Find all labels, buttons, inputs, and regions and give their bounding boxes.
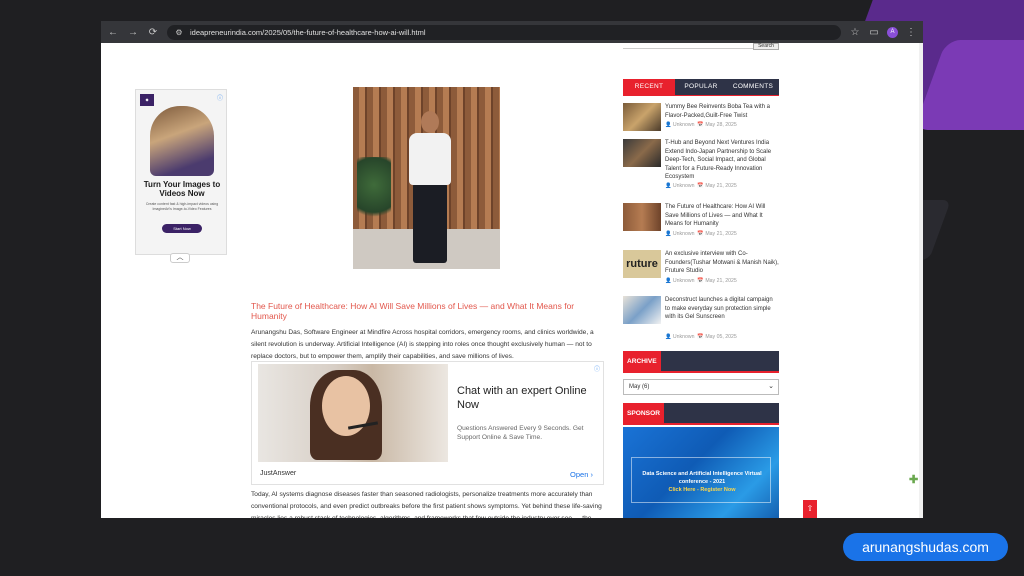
search-button[interactable]: Search	[753, 43, 779, 50]
list-item[interactable]: The Future of Healthcare: How AI Will Sa…	[623, 203, 779, 243]
post-meta: 👤 Unknown 📅 May 05, 2025	[665, 334, 737, 340]
post-date: May 05, 2025	[705, 334, 737, 340]
ad-image	[258, 364, 448, 462]
chevron-right-icon: ›	[590, 470, 594, 479]
post-title[interactable]: The Future of Healthcare: How AI Will Sa…	[665, 203, 779, 229]
ad-headline: Turn Your Images to Videos Now	[143, 180, 221, 198]
sidebar-tabs: RECENT POPULAR COMMENTS	[623, 79, 779, 95]
tab-recent[interactable]: RECENT	[623, 79, 675, 95]
browser-window: ← → ⟳ ⚙ ideapreneurindia.com/2025/05/the…	[101, 21, 923, 518]
post-title[interactable]: An exclusive interview with Co-Founders(…	[665, 250, 779, 276]
ad-brand: JustAnswer	[260, 470, 297, 477]
menu-icon[interactable]: ⋮	[905, 27, 917, 38]
sponsor-banner[interactable]: Data Science and Artificial Intelligence…	[623, 427, 779, 518]
browser-toolbar: ← → ⟳ ⚙ ideapreneurindia.com/2025/05/the…	[101, 21, 923, 43]
archive-label: ARCHIVE	[623, 351, 661, 373]
post-meta: 👤 Unknown 📅 May 28, 2025	[665, 122, 737, 128]
ad-cta-button[interactable]: Start Now	[162, 224, 202, 233]
post-title[interactable]: T-Hub and Beyond Next Ventures India Ext…	[665, 139, 779, 182]
plus-icon: ✚	[909, 474, 919, 486]
scrollbar[interactable]	[919, 43, 923, 518]
web-page: ◆ ⓘ Turn Your Images to Videos Now Creat…	[101, 43, 923, 518]
sponsor-text: Data Science and Artificial Intelligence…	[642, 471, 762, 485]
ad-headline: Chat with an expert Online Now	[457, 385, 587, 411]
post-author: Unknown	[672, 122, 695, 128]
post-thumbnail[interactable]: ruture	[623, 250, 661, 278]
ad-info-icon[interactable]: ⓘ	[594, 364, 600, 373]
post-date: May 28, 2025	[705, 122, 737, 128]
site-info-icon[interactable]: ⚙	[173, 28, 185, 37]
ad-open-button[interactable]: Open ›	[570, 470, 593, 479]
reload-icon[interactable]: ⟳	[147, 27, 159, 38]
post-author: Unknown	[672, 231, 695, 237]
article-photo	[353, 87, 500, 269]
back-icon[interactable]: ←	[107, 27, 119, 38]
sponsor-label: SPONSOR	[623, 403, 664, 425]
brand-watermark: arunangshudas.com	[843, 533, 1008, 561]
ad-info-icon[interactable]: ⓘ	[217, 93, 223, 102]
extensions-icon[interactable]: ▭	[868, 27, 880, 38]
post-author: Unknown	[672, 183, 695, 189]
post-thumbnail[interactable]	[623, 139, 661, 167]
archive-select[interactable]: May (6) ⌄	[623, 379, 779, 395]
ad-subtext: Questions Answered Every 9 Seconds. Get …	[457, 425, 584, 441]
post-thumbnail[interactable]	[623, 203, 661, 231]
forward-icon[interactable]: →	[127, 27, 139, 38]
article-paragraph: Today, AI systems diagnose diseases fast…	[251, 491, 602, 518]
post-meta: 👤 Unknown 📅 May 21, 2025	[665, 231, 737, 237]
url-text: ideapreneurindia.com/2025/05/the-future-…	[190, 27, 426, 37]
post-thumbnail[interactable]	[623, 103, 661, 131]
list-item[interactable]: ruture An exclusive interview with Co-Fo…	[623, 250, 779, 290]
post-meta: 👤 Unknown 📅 May 21, 2025	[665, 183, 737, 189]
tab-comments[interactable]: COMMENTS	[727, 79, 779, 95]
chevron-down-icon: ⌄	[768, 383, 774, 390]
ad-image	[150, 106, 214, 176]
post-thumbnail[interactable]	[623, 296, 661, 324]
list-item[interactable]: T-Hub and Beyond Next Ventures India Ext…	[623, 139, 779, 189]
inline-advertisement[interactable]: ⓘ Chat with an expert Online Now Questio…	[251, 361, 604, 485]
scroll-to-top-button[interactable]: ⇧	[803, 500, 817, 518]
article-paragraph: Arunangshu Das, Software Engineer at Min…	[251, 329, 594, 360]
list-item[interactable]: Deconstruct launches a digital campaign …	[623, 296, 779, 340]
post-date: May 21, 2025	[705, 231, 737, 237]
post-date: May 21, 2025	[705, 183, 737, 189]
sponsor-cta[interactable]: Click Here - Register Now	[637, 487, 767, 493]
post-title[interactable]: Yummy Bee Reinvents Boba Tea with a Flav…	[665, 103, 779, 120]
tab-underline	[623, 95, 779, 96]
archive-header: ARCHIVE	[623, 351, 779, 373]
profile-avatar[interactable]: A	[887, 26, 898, 38]
post-author: Unknown	[672, 334, 695, 340]
list-item[interactable]: Yummy Bee Reinvents Boba Tea with a Flav…	[623, 103, 779, 143]
ad-logo: ◆	[140, 94, 154, 106]
post-date: May 21, 2025	[705, 278, 737, 284]
ad-open-label: Open	[570, 470, 589, 479]
tab-popular[interactable]: POPULAR	[675, 79, 727, 95]
post-title[interactable]: Deconstruct launches a digital campaign …	[665, 296, 779, 322]
article-title[interactable]: The Future of Healthcare: How AI Will Sa…	[251, 301, 607, 321]
archive-value: May (6)	[629, 384, 650, 390]
side-advertisement[interactable]: ◆ ⓘ Turn Your Images to Videos Now Creat…	[135, 89, 227, 255]
post-meta: 👤 Unknown 📅 May 21, 2025	[665, 278, 737, 284]
ad-subtext: Create content fast & high-impact videos…	[145, 202, 219, 211]
sponsor-header: SPONSOR	[623, 403, 779, 425]
bookmark-star-icon[interactable]: ☆	[849, 27, 861, 38]
ad-collapse-toggle[interactable]: ︿	[170, 253, 190, 263]
post-author: Unknown	[672, 278, 695, 284]
address-bar[interactable]: ⚙ ideapreneurindia.com/2025/05/the-futur…	[167, 24, 841, 40]
